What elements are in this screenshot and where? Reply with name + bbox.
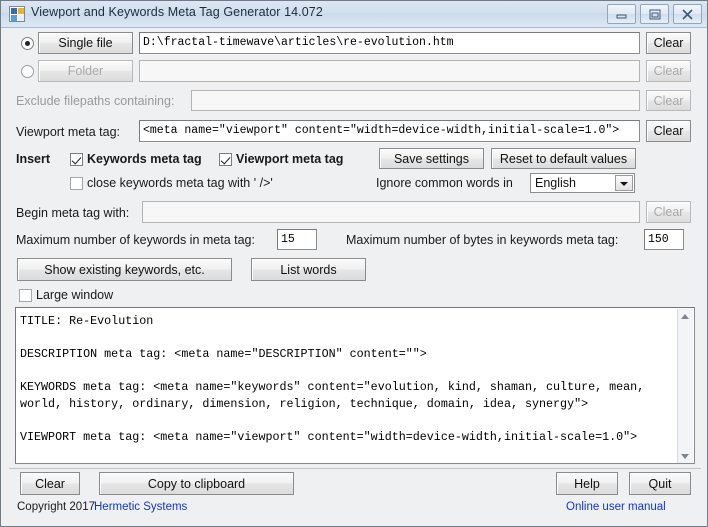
show-existing-keywords-button[interactable]: Show existing keywords, etc.	[17, 258, 232, 281]
folder-button[interactable]: Folder	[38, 60, 133, 82]
window-title: Viewport and Keywords Meta Tag Generator…	[31, 5, 323, 19]
large-window-label[interactable]: Large window	[36, 288, 113, 302]
copy-to-clipboard-button[interactable]: Copy to clipboard	[99, 472, 294, 495]
clear-output-button[interactable]: Clear	[20, 472, 80, 495]
exclude-filepaths-input[interactable]	[191, 90, 640, 111]
insert-label: Insert	[16, 152, 51, 166]
radio-folder[interactable]	[21, 65, 34, 78]
viewport-clear-button[interactable]: Clear	[646, 120, 691, 142]
viewport-meta-tag-checkbox-label[interactable]: Viewport meta tag	[236, 152, 343, 166]
application-window: Viewport and Keywords Meta Tag Generator…	[0, 0, 708, 527]
close-keywords-meta-tag-label[interactable]: close keywords meta tag with ' />'	[87, 176, 273, 190]
app-icon	[9, 6, 25, 22]
scroll-up-icon[interactable]	[678, 309, 693, 324]
output-textarea[interactable]: TITLE: Re-Evolution DESCRIPTION meta tag…	[15, 307, 695, 464]
checkbox-keywords-meta-tag[interactable]	[70, 153, 83, 166]
max-keywords-label: Maximum number of keywords in meta tag:	[16, 233, 255, 247]
output-text: TITLE: Re-Evolution DESCRIPTION meta tag…	[20, 314, 645, 444]
single-file-button[interactable]: Single file	[38, 32, 133, 54]
reset-to-default-values-button[interactable]: Reset to default values	[491, 148, 636, 169]
single-file-clear-button[interactable]: Clear	[646, 32, 691, 54]
keywords-meta-tag-label[interactable]: Keywords meta tag	[87, 152, 202, 166]
output-scrollbar[interactable]	[677, 309, 693, 463]
minimize-button[interactable]	[607, 4, 636, 24]
radio-single-file[interactable]	[21, 37, 34, 50]
checkbox-viewport-meta-tag[interactable]	[219, 153, 232, 166]
max-keywords-input[interactable]: 15	[277, 229, 317, 250]
language-select[interactable]: English	[530, 173, 635, 193]
max-bytes-input[interactable]: 150	[644, 229, 684, 250]
viewport-meta-tag-input[interactable]: <meta name="viewport" content="width=dev…	[139, 120, 640, 142]
language-selected-value: English	[535, 176, 576, 190]
maximize-button[interactable]	[640, 4, 669, 24]
title-bar: Viewport and Keywords Meta Tag Generator…	[1, 1, 707, 28]
checkbox-close-keywords-meta-tag[interactable]	[70, 177, 83, 190]
folder-path-input[interactable]	[139, 60, 640, 82]
exclude-filepaths-clear-button[interactable]: Clear	[646, 90, 691, 111]
list-words-button[interactable]: List words	[251, 258, 366, 281]
save-settings-button[interactable]: Save settings	[379, 148, 484, 169]
viewport-meta-tag-label: Viewport meta tag:	[16, 125, 120, 139]
help-button[interactable]: Help	[556, 472, 618, 495]
close-button[interactable]	[673, 4, 702, 24]
begin-meta-tag-label: Begin meta tag with:	[16, 206, 130, 220]
begin-meta-tag-clear-button[interactable]: Clear	[646, 201, 691, 223]
company-link[interactable]: Hermetic Systems	[94, 501, 187, 513]
exclude-filepaths-label: Exclude filepaths containing:	[16, 94, 175, 108]
online-user-manual-link[interactable]: Online user manual	[566, 501, 666, 513]
checkbox-large-window[interactable]	[19, 289, 32, 302]
max-bytes-label: Maximum number of bytes in keywords meta…	[346, 233, 619, 247]
copyright-label: Copyright 2017	[17, 501, 95, 513]
single-file-path-input[interactable]: D:\fractal-timewave\articles\re-evolutio…	[139, 32, 640, 54]
footer-divider	[9, 468, 701, 469]
folder-clear-button[interactable]: Clear	[646, 60, 691, 82]
scroll-down-icon[interactable]	[678, 449, 693, 463]
ignore-common-words-label: Ignore common words in	[376, 176, 513, 190]
quit-button[interactable]: Quit	[629, 472, 691, 495]
begin-meta-tag-input[interactable]	[142, 201, 640, 223]
chevron-down-icon[interactable]	[615, 175, 633, 191]
